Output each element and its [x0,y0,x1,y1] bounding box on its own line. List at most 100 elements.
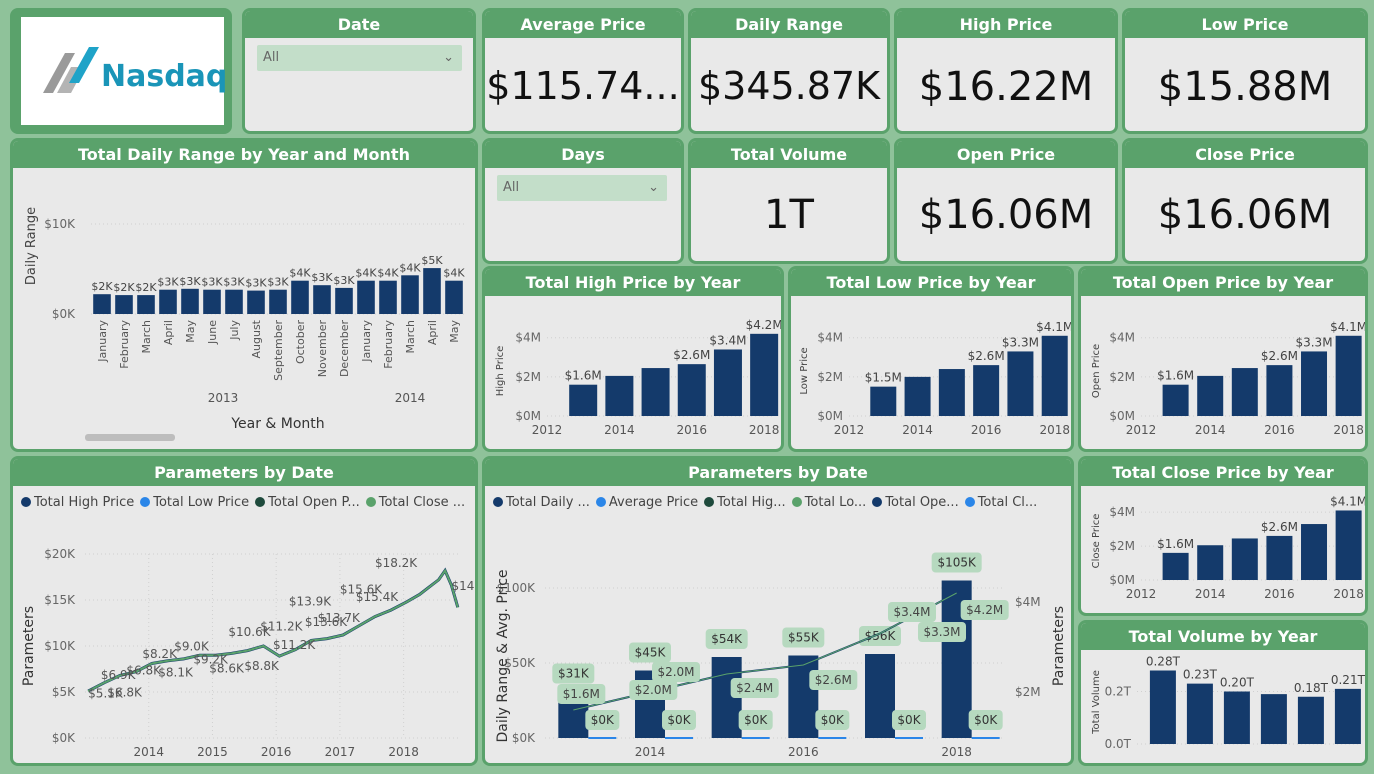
legend-item[interactable]: Total Close ... [365,495,465,510]
y-tick-label: $4M [1109,505,1135,519]
data-label: $4.1M [1330,320,1365,334]
bar [313,285,331,314]
chart-title: Total High Price by Year [485,269,781,296]
x-tick-label: 2014 [1195,423,1226,437]
legend-dot-icon [21,497,31,507]
bar [1297,696,1324,744]
bar [904,376,931,416]
open-by-year-chart: Total Open Price by Year $0M $2M $4M Open P… [1078,266,1368,452]
bar [677,364,706,416]
y-tick-label: 0.2T [1105,685,1132,699]
data-label: $2K [113,281,135,294]
data-label: $3K [201,276,223,289]
data-label: $0K [821,713,845,727]
chevron-down-icon: ⌄ [648,180,659,195]
year-label: 2013 [208,391,239,405]
date-dropdown-value: All [263,50,280,65]
bar [291,280,309,314]
y-tick-label: $2M [817,370,843,384]
y-tick-label: $0K [52,307,76,321]
legend-item[interactable]: Total Ope... [872,495,959,510]
bar [225,289,243,314]
data-label: $14.3K [451,579,475,593]
bar [1197,545,1224,580]
data-label: $56K [865,629,897,643]
legend-item[interactable]: Total Hig... [704,495,786,510]
y2-tick-label: $2M [1015,685,1041,699]
y-axis-label: Daily Range & Avg. Price [495,569,511,742]
data-label: $2.0M [635,683,672,697]
kpi-total-volume: Total Volume 1T [688,138,890,264]
bar [1007,351,1034,416]
bar [357,280,375,314]
x-tick-label: 2018 [941,745,972,759]
date-dropdown[interactable]: All ⌄ [257,45,462,71]
legend-dot-icon [595,497,606,507]
legend-item[interactable]: Total Open P... [255,495,360,510]
days-dropdown[interactable]: All ⌄ [497,175,667,201]
legend-dot-icon [791,497,802,507]
bar [1186,683,1213,744]
bar [788,655,819,738]
close-by-year-chart: Total Close Price by Year $0M $2M $4M Close… [1078,456,1368,616]
x-tick-label: 2016 [1264,587,1295,601]
data-label: $4.2M [746,318,781,332]
y-tick-label: $4M [817,331,843,345]
data-label: $31K [558,667,590,681]
bar [1162,552,1189,580]
data-label: $55K [788,631,820,645]
data-label: $11.2K [273,638,316,652]
legend-item[interactable]: Total Lo... [791,495,866,510]
daily-range-month-chart: Total Daily Range by Year and Month $0K $… [10,138,478,452]
data-label: $11.2K [260,619,303,633]
legend-item[interactable]: Total High Price [21,495,134,510]
daily-range-month-svg: $0K $10K Daily Range $2K January $2K February $… [24,207,465,441]
kpi-title: Total Volume [691,141,887,168]
data-label: $13.7K [318,611,361,625]
kpi-value: $15.88M [1157,64,1333,110]
bar [1335,510,1362,580]
kpi-value: $16.06M [918,192,1094,238]
legend-label: Total High Price [34,495,135,510]
bar [93,294,111,314]
x-tick-label: 2016 [1264,423,1295,437]
y-tick-label: $10K [44,217,76,231]
bar [335,287,353,314]
legend-item[interactable]: Average Price [595,495,698,510]
data-label: $2.6M [673,348,710,362]
bar [1231,538,1258,580]
data-label: $0K [897,713,921,727]
bar [1335,335,1362,416]
bar [1162,384,1189,416]
legend-dot-icon [704,497,715,507]
legend-item[interactable]: Total Cl... [964,495,1037,510]
kpi-daily-range: Daily Range $345.87K [688,8,890,134]
y-tick-label: $10K [44,639,76,653]
kpi-title: Low Price [1125,11,1365,38]
params-by-date-line-chart: Parameters by Date Total High Price Total… [10,456,478,766]
chart-title: Parameters by Date [485,459,1071,486]
year-label: 2014 [395,391,426,405]
data-label: $15.4K [356,590,399,604]
bar [115,295,133,314]
bar [1301,351,1328,416]
data-label: $2K [91,280,113,293]
x-tick-label: 2014 [604,423,635,437]
data-label: $3.4M [893,605,930,619]
y-axis-label: High Price [495,346,506,397]
legend-dot-icon [872,497,883,507]
bar [269,289,287,314]
data-label: $8.6K [209,662,245,676]
x-tick-label: October [294,320,307,364]
x-tick-label: 2012 [1126,423,1157,437]
x-tick-label: December [338,320,351,378]
y-tick-label: $15K [44,593,76,607]
legend-label: Total Daily ... [506,495,590,510]
data-label: $13.9K [289,595,332,609]
legend-dot-icon [493,497,503,507]
y-tick-label: $0K [512,731,536,745]
data-label: $3K [245,277,267,290]
bar [1334,688,1361,744]
legend-item[interactable]: Total Daily ... [493,495,590,510]
legend-item[interactable]: Total Low Price [140,495,249,510]
